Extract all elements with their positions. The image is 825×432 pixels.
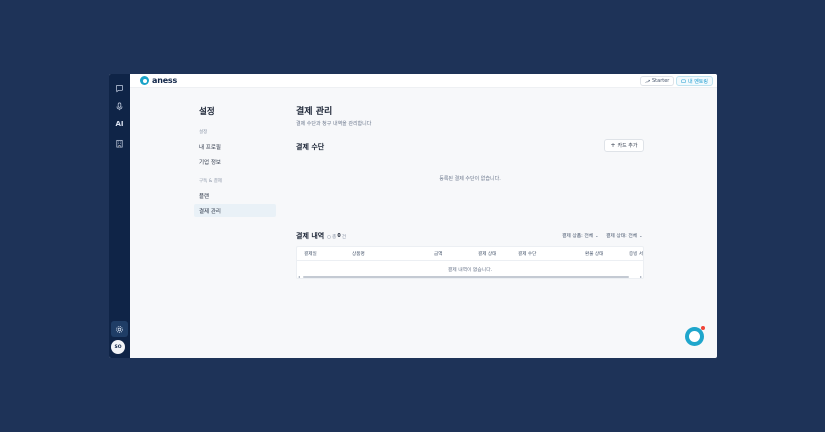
- scroll-left-icon[interactable]: ◂: [298, 274, 300, 278]
- app-window: AI SO aness Starter 내 멘토링 설정 설정 내 프로필 기업…: [109, 74, 717, 358]
- microphone-icon[interactable]: [109, 99, 130, 113]
- horizontal-scrollbar[interactable]: [303, 276, 629, 278]
- add-card-button[interactable]: + 카드 추가: [604, 139, 644, 152]
- ai-icon[interactable]: AI: [109, 117, 130, 131]
- payment-method-heading: 결제 수단: [296, 143, 325, 151]
- column-header: 결제 상태: [478, 252, 497, 257]
- count-value: 0: [337, 234, 341, 239]
- top-bar: aness Starter 내 멘토링: [130, 74, 717, 88]
- sidebar-title: 설정: [199, 107, 215, 117]
- sidebar-section-settings: 설정: [199, 130, 208, 135]
- scroll-right-icon[interactable]: ▸: [640, 274, 642, 278]
- sidebar-item-plan[interactable]: 플랜: [194, 189, 276, 202]
- logo[interactable]: aness: [140, 76, 177, 85]
- column-header: 결제 수단: [518, 252, 537, 257]
- settings-sidebar: 설정 설정 내 프로필 기업 정보 구독 & 결제 플랜 결제 관리: [130, 88, 280, 358]
- column-header: 금액: [434, 252, 443, 257]
- chat-icon[interactable]: [109, 81, 130, 95]
- trend-icon: [645, 79, 650, 83]
- payment-method-empty: 등록된 결제 수단이 없습니다.: [439, 176, 501, 182]
- history-count: 총 0 건: [327, 233, 346, 240]
- sidebar-item-company[interactable]: 기업 정보: [194, 155, 276, 168]
- payment-history-table: 결제일 상품명 금액 결제 상태 결제 수단 환불 상태 증빙 서 결제 내역이…: [296, 246, 644, 279]
- count-prefix: 총: [332, 235, 337, 240]
- table-header: 결제일 상품명 금액 결제 상태 결제 수단 환불 상태 증빙 서: [297, 247, 643, 261]
- my-link-button[interactable]: 내 멘토링: [676, 76, 713, 86]
- column-header: 결제일: [304, 252, 317, 257]
- product-filter-dropdown[interactable]: 결제 상품: 전체 ⌄: [562, 232, 599, 239]
- chat-widget-button[interactable]: [685, 327, 704, 346]
- chevron-down-icon: ⌄: [595, 233, 599, 238]
- count-suffix: 건: [341, 235, 347, 240]
- page-title: 결제 관리: [296, 107, 333, 117]
- sidebar-section-billing: 구독 & 결제: [199, 179, 222, 184]
- history-heading: 결제 내역: [296, 232, 325, 240]
- status-filter-label: 결제 상태: 전체: [606, 234, 638, 239]
- avatar[interactable]: SO: [111, 340, 125, 354]
- add-card-label: 카드 추가: [617, 143, 638, 149]
- icon-rail: AI SO: [109, 74, 130, 358]
- my-link-label: 내 멘토링: [688, 78, 708, 85]
- logo-text: aness: [152, 76, 178, 85]
- plan-button[interactable]: Starter: [640, 76, 675, 86]
- history-empty: 결제 내역이 없습니다.: [447, 268, 493, 273]
- sidebar-item-profile[interactable]: 내 프로필: [194, 140, 276, 153]
- plus-icon: +: [610, 142, 616, 149]
- page-subtitle: 결제 수단과 청구 내역을 관리합니다: [296, 121, 372, 127]
- main-content: 결제 관리 결제 수단과 청구 내역을 관리합니다 결제 수단 + 카드 추가 …: [289, 88, 717, 358]
- plan-label: Starter: [652, 78, 670, 84]
- product-filter-label: 결제 상품: 전체: [562, 234, 594, 239]
- chevron-down-icon: ⌄: [639, 233, 643, 238]
- column-header: 상품명: [352, 252, 365, 257]
- info-icon: [327, 234, 331, 239]
- sidebar-item-payment[interactable]: 결제 관리: [194, 204, 276, 217]
- status-filter-dropdown[interactable]: 결제 상태: 전체 ⌄: [606, 232, 643, 239]
- column-header: 환불 상태: [585, 252, 604, 257]
- logo-mark-icon: [140, 76, 149, 85]
- notification-dot: [701, 326, 705, 330]
- building-icon[interactable]: [109, 136, 130, 150]
- message-icon: [681, 79, 686, 83]
- column-header: 증빙 서: [629, 252, 644, 257]
- settings-icon[interactable]: [111, 321, 128, 337]
- chat-bubble-icon: [689, 331, 700, 342]
